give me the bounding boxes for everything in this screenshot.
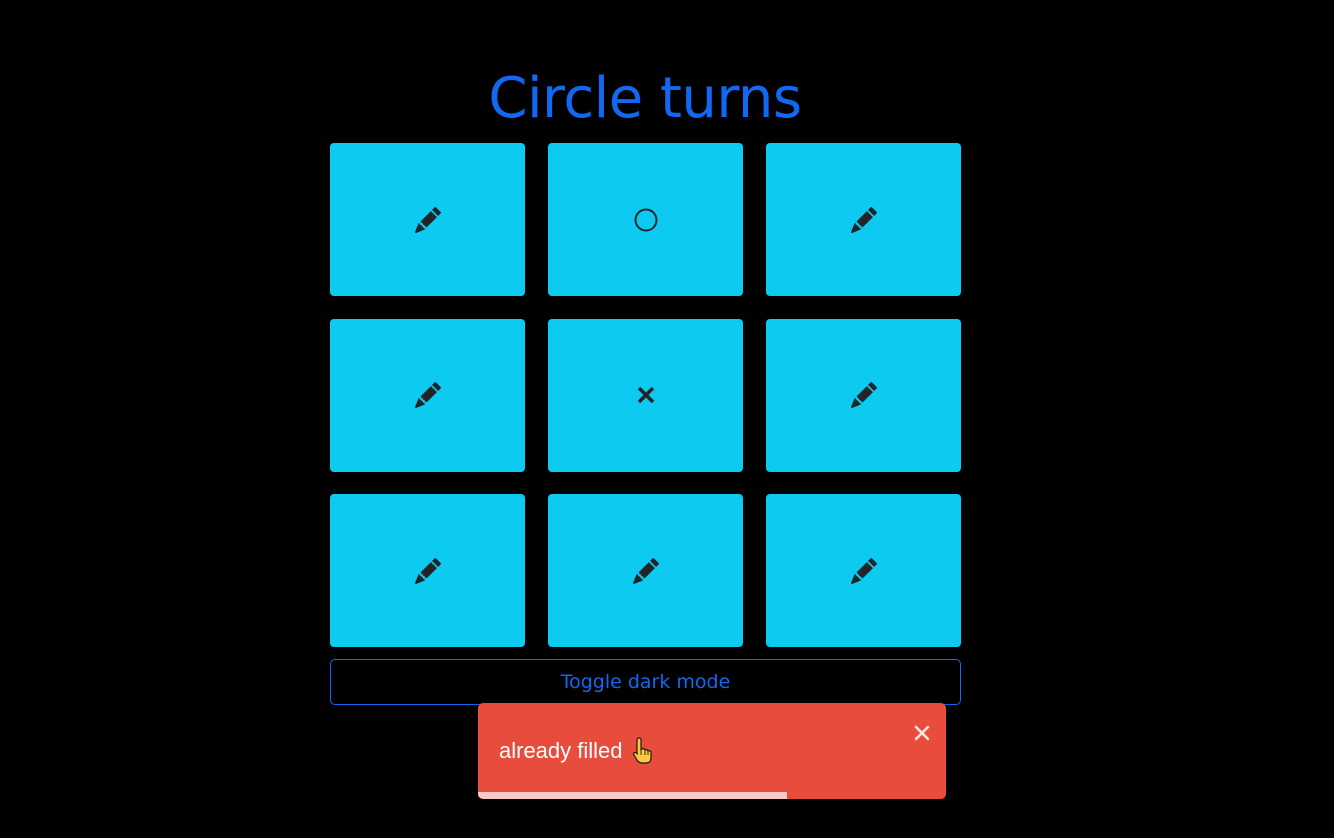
pointing-hand-icon bbox=[631, 737, 655, 765]
game-board bbox=[330, 143, 961, 647]
board-cell[interactable] bbox=[766, 494, 961, 647]
pencil-icon bbox=[850, 206, 877, 233]
board-cell[interactable] bbox=[548, 318, 743, 472]
toast-body: already filled bbox=[499, 735, 655, 767]
toast-notification: already filled bbox=[478, 703, 946, 799]
board-cell[interactable] bbox=[330, 494, 525, 647]
toast-progress-bar bbox=[478, 792, 787, 799]
toggle-dark-mode-button[interactable]: Toggle dark mode bbox=[330, 659, 961, 705]
board-cell[interactable] bbox=[330, 318, 525, 472]
board-cell[interactable] bbox=[766, 318, 961, 472]
pencil-icon bbox=[414, 557, 441, 584]
board-cell[interactable] bbox=[548, 143, 743, 296]
close-icon bbox=[914, 725, 930, 745]
pencil-icon bbox=[414, 206, 441, 233]
board-cell[interactable] bbox=[548, 494, 743, 647]
toast-message: already filled bbox=[499, 738, 623, 763]
pencil-icon bbox=[850, 382, 877, 408]
pencil-icon bbox=[850, 557, 877, 584]
pencil-icon bbox=[414, 382, 441, 408]
page-title: Circle turns bbox=[488, 66, 802, 131]
board-cell[interactable] bbox=[330, 143, 525, 296]
toast-close-button[interactable] bbox=[910, 723, 934, 747]
board-cell[interactable] bbox=[766, 143, 961, 296]
x-mark-icon bbox=[636, 385, 656, 405]
circle-icon bbox=[633, 207, 659, 233]
pencil-icon bbox=[632, 557, 659, 584]
